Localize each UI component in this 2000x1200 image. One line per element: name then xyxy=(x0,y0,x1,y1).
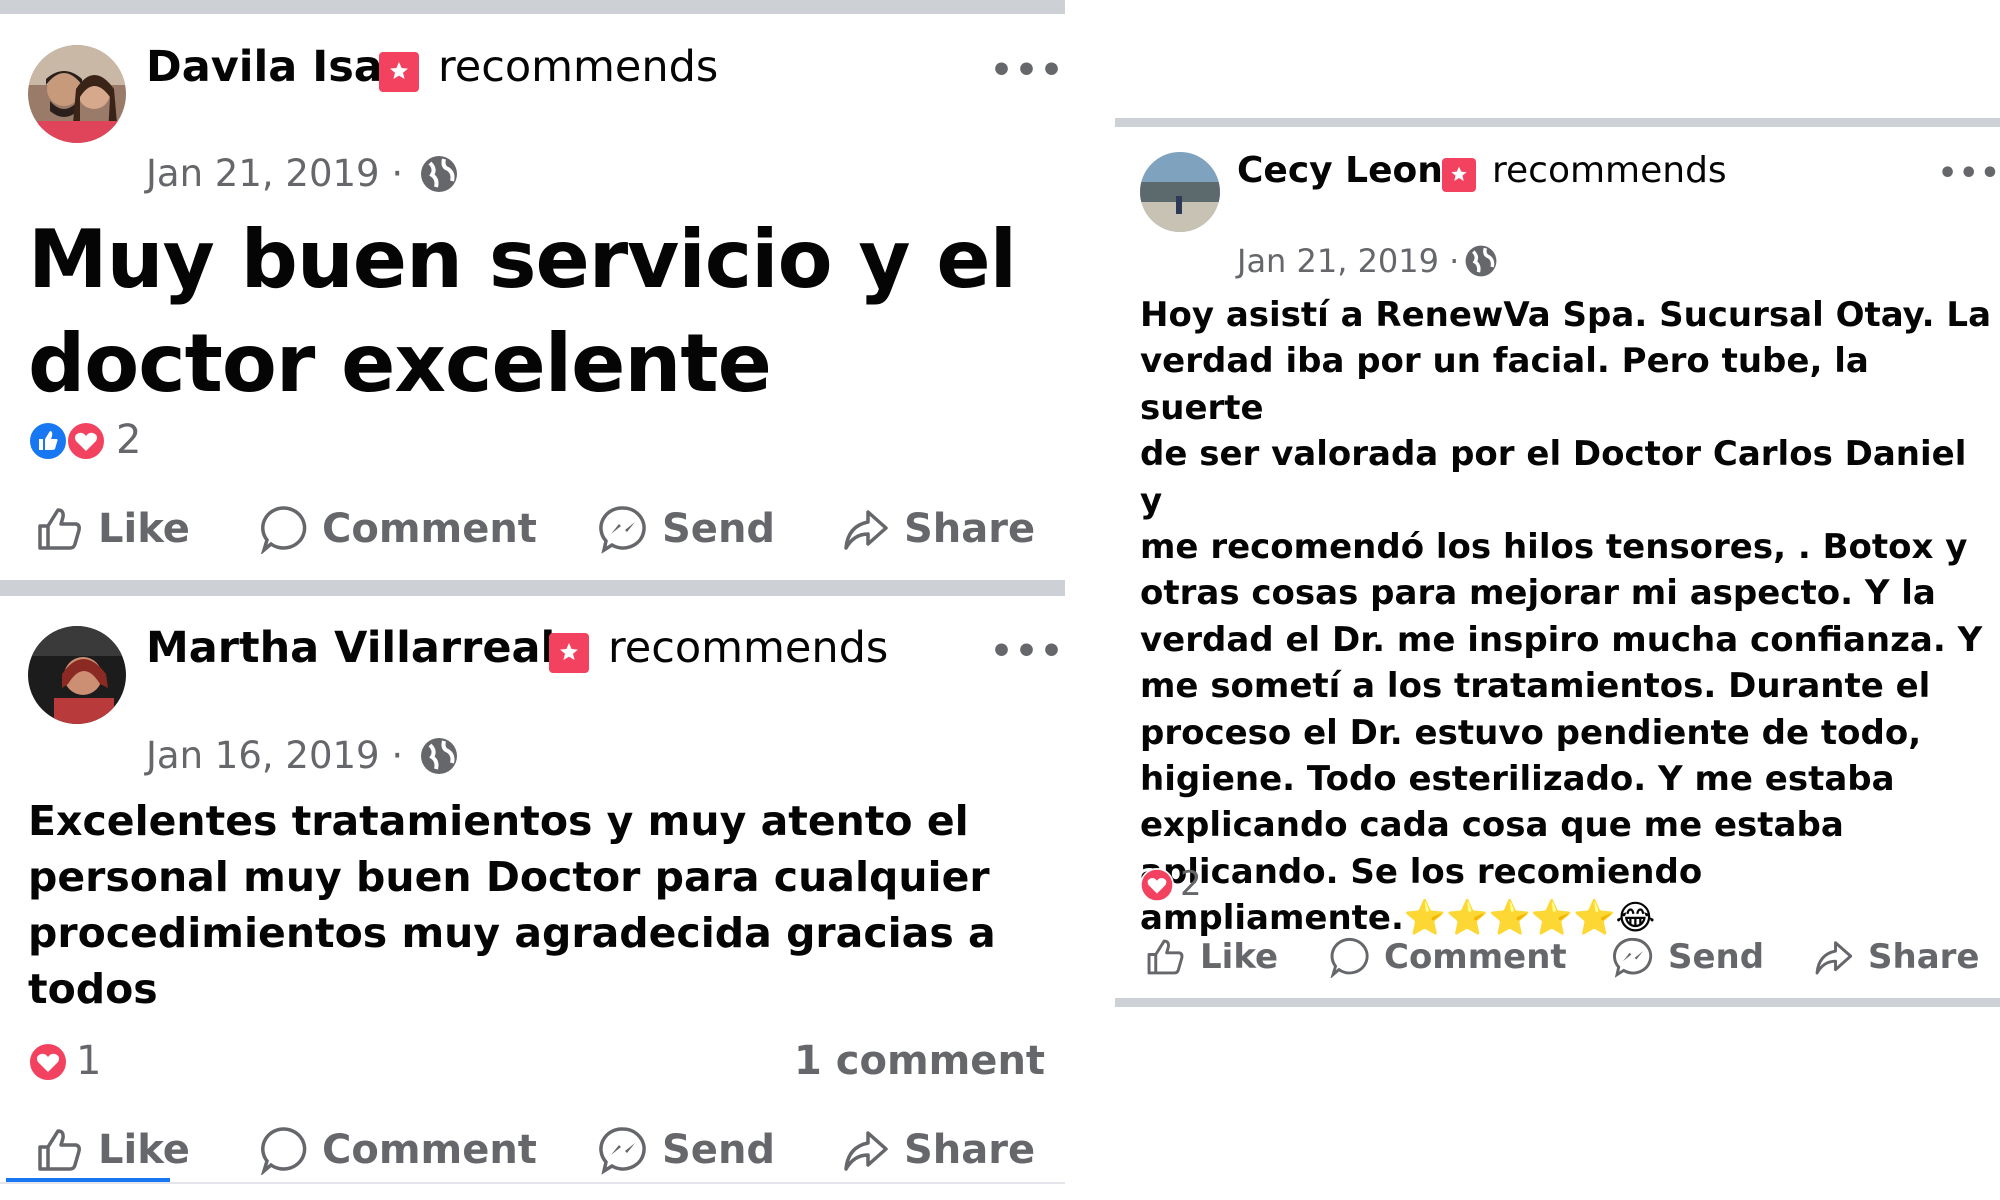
comment-icon xyxy=(260,1127,307,1175)
share-icon xyxy=(1815,941,1853,975)
recommend-star-icon xyxy=(379,52,419,92)
comment-button[interactable]: Comment xyxy=(258,504,537,554)
globe-icon xyxy=(418,735,460,781)
like-button[interactable]: Like xyxy=(34,1125,190,1175)
comment-button[interactable]: Comment xyxy=(258,1125,537,1175)
like-button[interactable]: Like xyxy=(34,504,190,554)
more-options-icon[interactable]: ••• xyxy=(990,50,1065,91)
reaction-count[interactable]: 2 xyxy=(1180,864,1202,904)
globe-icon xyxy=(418,153,460,199)
like-reaction-icon xyxy=(28,421,68,465)
more-options-icon[interactable]: ••• xyxy=(990,631,1065,672)
send-button[interactable]: Send xyxy=(598,504,775,554)
like-label: Like xyxy=(98,506,190,552)
bottom-divider xyxy=(0,1182,1065,1184)
send-label: Send xyxy=(662,1127,776,1173)
avatar[interactable] xyxy=(28,45,126,143)
avatar[interactable] xyxy=(28,626,126,724)
post-date[interactable]: Jan 16, 2019 · xyxy=(146,734,403,777)
top-divider xyxy=(0,0,1065,14)
comment-label: Comment xyxy=(322,506,537,552)
recommend-star-icon xyxy=(1442,158,1476,192)
post-divider-top xyxy=(1115,118,2000,127)
share-button[interactable]: Share xyxy=(840,504,1035,554)
comment-icon xyxy=(260,506,307,554)
send-label: Send xyxy=(1668,937,1765,977)
messenger-icon xyxy=(599,506,646,554)
share-button[interactable]: Share xyxy=(1812,936,1979,978)
messenger-icon xyxy=(599,1127,646,1175)
avatar[interactable] xyxy=(1140,152,1220,232)
send-label: Send xyxy=(662,506,776,552)
share-button[interactable]: Share xyxy=(840,1125,1035,1175)
comment-label: Comment xyxy=(1384,937,1567,977)
recommends-label: recommends xyxy=(608,623,889,673)
love-reaction-icon xyxy=(28,1042,68,1086)
post-text: Muy buen servicio y el doctor excelente xyxy=(28,213,1017,410)
comment-button[interactable]: Comment xyxy=(1328,936,1567,978)
like-icon xyxy=(1147,939,1184,975)
like-icon xyxy=(38,1129,81,1171)
comment-label: Comment xyxy=(322,1127,537,1173)
post-text: Excelentes tratamientos y muy atento el … xyxy=(28,797,996,1013)
like-button[interactable]: Like xyxy=(1144,936,1278,978)
author-name[interactable]: Cecy Leon xyxy=(1237,150,1443,191)
share-label: Share xyxy=(904,506,1036,552)
messenger-icon xyxy=(1613,937,1653,978)
share-icon xyxy=(844,510,888,550)
recommend-star-icon xyxy=(549,633,589,673)
recommends-label: recommends xyxy=(438,42,719,92)
like-icon xyxy=(38,508,81,550)
love-reaction-icon xyxy=(66,421,106,465)
author-name[interactable]: Davila Isa xyxy=(146,42,383,92)
more-options-icon[interactable]: ••• xyxy=(1938,156,2000,191)
share-label: Share xyxy=(904,1127,1036,1173)
comment-count[interactable]: 1 comment xyxy=(794,1038,1045,1084)
send-button[interactable]: Send xyxy=(598,1125,775,1175)
post-date[interactable]: Jan 21, 2019 · xyxy=(1237,242,1459,280)
send-button[interactable]: Send xyxy=(1612,936,1764,978)
like-label: Like xyxy=(1200,937,1279,977)
post-text: Hoy asistí a RenewVa Spa. Sucursal Otay.… xyxy=(1140,295,1992,939)
author-name[interactable]: Martha Villarreal xyxy=(146,623,555,673)
globe-icon xyxy=(1463,243,1499,283)
post-divider-bottom xyxy=(1115,998,2000,1007)
share-label: Share xyxy=(1868,937,1980,977)
recommends-label: recommends xyxy=(1492,150,1727,191)
love-reaction-icon xyxy=(1140,868,1174,906)
reaction-count[interactable]: 1 xyxy=(76,1038,101,1084)
like-label: Like xyxy=(98,1127,190,1173)
share-icon xyxy=(844,1131,888,1171)
post-date[interactable]: Jan 21, 2019 · xyxy=(146,152,403,195)
post-divider xyxy=(0,580,1065,596)
reaction-count[interactable]: 2 xyxy=(116,417,141,463)
comment-icon xyxy=(1330,937,1369,978)
